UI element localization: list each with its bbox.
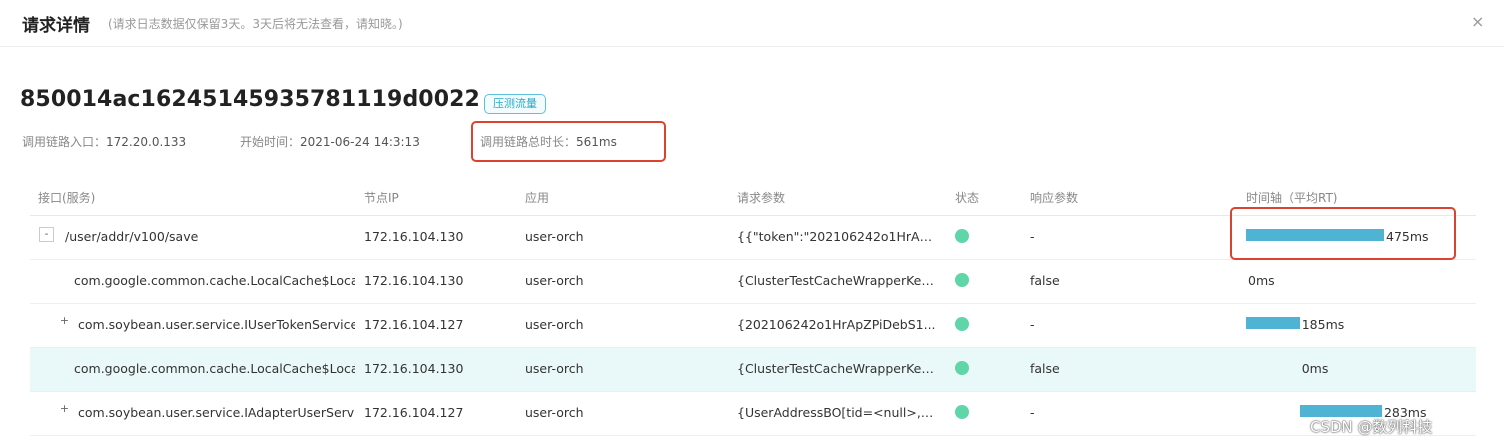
req-cell: {{"token":"202106242o1HrApZPiDebS1" (737, 229, 937, 244)
req-cell: {UserAddressBO[tid=<null>,us... (737, 405, 937, 420)
start-label: 开始时间： (240, 135, 301, 149)
resp-cell: - (1030, 229, 1035, 244)
table-row[interactable]: com.google.common.cache.LocalCache$Local… (30, 348, 1476, 392)
req-cell: {ClusterTestCacheWrapperKey... (737, 273, 937, 288)
status-ok-icon (955, 405, 969, 419)
ip-cell: 172.16.104.127 (364, 405, 464, 420)
header-status: 状态 (955, 191, 980, 205)
entry-value: 172.20.0.133 (106, 135, 187, 149)
entry-label: 调用链路入口： (22, 135, 107, 149)
resp-cell: - (1030, 317, 1035, 332)
header-req: 请求参数 (737, 191, 786, 205)
dialog-header: 请求详情 (请求日志数据仅保留3天。3天后将无法查看，请知晓。) × (0, 0, 1504, 47)
collapse-icon[interactable]: - (39, 227, 54, 242)
req-cell: {ClusterTestCacheWrapperKey... (737, 361, 937, 376)
rt-bar (1246, 317, 1300, 329)
ip-cell: 172.16.104.130 (364, 273, 464, 288)
request-id: 850014ac16245145935781119d0022 (20, 87, 480, 112)
status-ok-icon (955, 317, 969, 331)
ip-cell: 172.16.104.130 (364, 229, 464, 244)
app-cell: user-orch (525, 273, 584, 288)
status-ok-icon (955, 229, 969, 243)
iface-cell: com.soybean.user.service.IUserTokenServi… (78, 317, 355, 332)
resp-cell: false (1030, 361, 1060, 376)
ip-cell: 172.16.104.127 (364, 317, 464, 332)
timeline-highlight-box (1230, 207, 1456, 260)
iface-cell: com.google.common.cache.LocalCache$Local… (74, 273, 355, 288)
status-ok-icon (955, 273, 969, 287)
expand-icon[interactable]: + (58, 403, 71, 416)
iface-cell: /user/addr/v100/save (65, 229, 199, 244)
ip-cell: 172.16.104.130 (364, 361, 464, 376)
dialog-title: 请求详情 (22, 16, 90, 36)
resp-cell: false (1030, 273, 1060, 288)
app-cell: user-orch (525, 317, 584, 332)
app-cell: user-orch (525, 229, 584, 244)
req-cell: {202106242o1HrApZPiDebS1... (737, 317, 936, 332)
header-ip: 节点IP (364, 191, 399, 205)
rt-label: 185ms (1301, 317, 1345, 332)
dialog-subtitle: (请求日志数据仅保留3天。3天后将无法查看，请知晓。) (108, 17, 403, 31)
resp-cell: - (1030, 405, 1035, 420)
iface-cell: com.soybean.user.service.IAdapterUserSer… (78, 405, 355, 420)
duration-highlight-box (471, 121, 666, 162)
rt-label: 0ms (1248, 273, 1275, 288)
header-timeline: 时间轴（平均RT) (1246, 191, 1338, 205)
rt-label: 0ms (1301, 361, 1329, 376)
start-time-info: 开始时间：2021-06-24 14:3:13 (240, 133, 420, 150)
traffic-tag: 压测流量 (484, 94, 546, 114)
expand-icon[interactable]: + (58, 315, 71, 328)
iface-cell: com.google.common.cache.LocalCache$Local… (74, 361, 355, 376)
header-iface: 接口(服务) (38, 191, 96, 205)
watermark: CSDN @数列科技 (1310, 418, 1433, 436)
close-icon[interactable]: × (1471, 12, 1484, 31)
app-cell: user-orch (525, 405, 584, 420)
start-value: 2021-06-24 14:3:13 (300, 135, 420, 149)
table-row[interactable]: com.google.common.cache.LocalCache$Local… (30, 260, 1476, 304)
entry-info: 调用链路入口：172.20.0.133 (22, 133, 186, 150)
status-ok-icon (955, 361, 969, 375)
header-app: 应用 (525, 191, 550, 205)
app-cell: user-orch (525, 361, 584, 376)
table-row[interactable]: + com.soybean.user.service.IAdapterUserS… (30, 392, 1476, 436)
table-row[interactable]: + com.soybean.user.service.IUserTokenSer… (30, 304, 1476, 348)
header-resp: 响应参数 (1030, 191, 1079, 205)
